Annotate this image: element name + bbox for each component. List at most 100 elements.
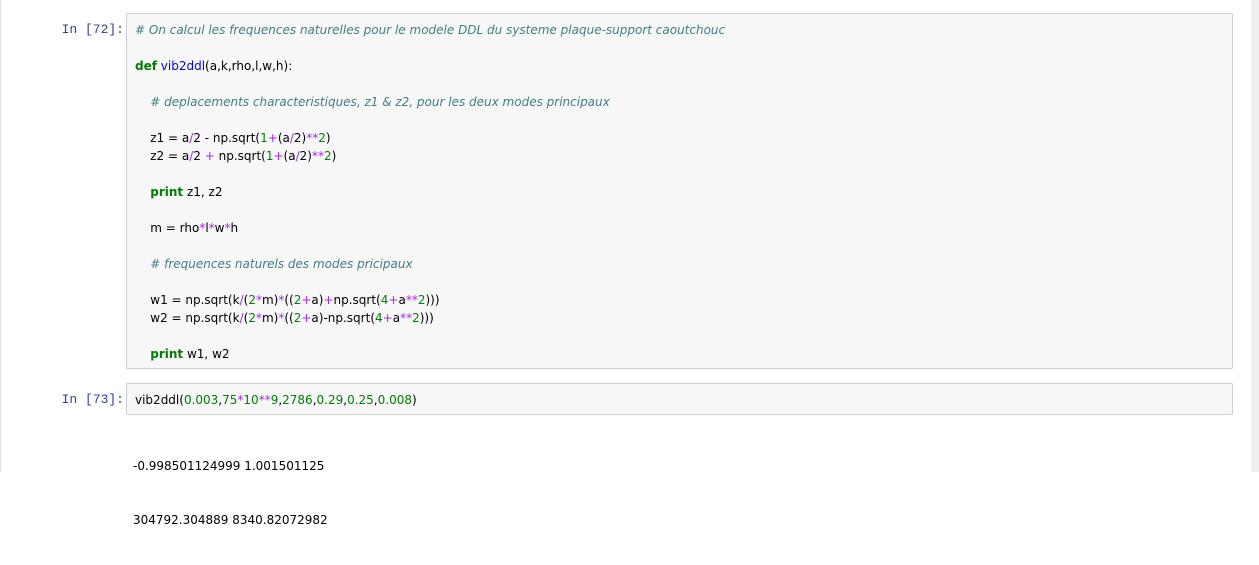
code-token: 0.003 [183, 393, 219, 407]
code-token: 2 [193, 149, 205, 163]
output-line: 304792.304889 8340.82072982 [133, 513, 328, 527]
code-token: 1 [260, 131, 268, 145]
code-token: + [273, 149, 284, 163]
code-token: ))) [419, 311, 434, 325]
code-token: def [135, 59, 157, 73]
notebook-container: In [72]: # On calcul les frequences natu… [0, 0, 1251, 527]
code-token: 2) [299, 149, 312, 163]
code-line: print z1, z2 [135, 183, 1224, 201]
code-token: 2 [248, 293, 256, 307]
code-token: (( [284, 293, 294, 307]
code-token: a) [311, 293, 324, 307]
code-token: w1 = np.sqrt(k [135, 293, 240, 307]
code-token: 75 [222, 393, 238, 407]
code-token: ** [306, 131, 319, 145]
code-token: z1 = a [135, 131, 190, 145]
code-line: w1 = np.sqrt(k/(2*m)*((2+a)+np.sqrt(4+a*… [135, 291, 1224, 309]
code-line: # On calcul les frequences naturelles po… [135, 21, 1224, 39]
code-editor[interactable]: vib2ddl(0.003,75*10**9,2786,0.29,0.25,0.… [126, 383, 1233, 415]
code-line: z1 = a/2 - np.sqrt(1+(a/2)**2) [135, 129, 1224, 147]
code-token: 10 [243, 393, 259, 407]
code-token: m) [261, 311, 279, 325]
code-token: + [388, 293, 399, 307]
code-token: a [392, 311, 401, 325]
code-token: ) [325, 131, 331, 145]
code-token: 0.008 [377, 393, 412, 407]
code-token: h [230, 221, 239, 235]
code-token: + [204, 149, 215, 163]
code-token: np.sqrt( [333, 293, 381, 307]
code-token: ** [258, 393, 271, 407]
code-editor[interactable]: # On calcul les frequences naturelles po… [126, 13, 1233, 369]
code-token: + [382, 311, 393, 325]
code-token: 2 [248, 311, 256, 325]
code-token: (( [284, 311, 294, 325]
code-token: ) [331, 149, 337, 163]
code-text[interactable]: # On calcul les frequences naturelles po… [135, 21, 1224, 363]
code-token: (a,k,rho,l,w,h): [205, 59, 293, 73]
code-line: w2 = np.sqrt(k/(2*m)*((2+a)-np.sqrt(4+a*… [135, 309, 1224, 327]
code-token: a [398, 293, 406, 307]
code-token: 2) [293, 131, 307, 145]
input-prompt: In [73]: [61, 392, 124, 407]
code-token: (a [277, 131, 290, 145]
code-token: w2 = np.sqrt(k [135, 311, 240, 325]
code-token: 4 [375, 311, 383, 325]
code-token: ** [311, 149, 324, 163]
code-token: 2 [323, 149, 332, 163]
code-token: m = rho [135, 221, 200, 235]
code-text[interactable]: vib2ddl(0.003,75*10**9,2786,0.29,0.25,0.… [135, 391, 1224, 409]
code-token: + [267, 131, 278, 145]
code-token: + [301, 311, 312, 325]
code-token: # deplacements characteristiques, z1 & z… [150, 95, 610, 109]
code-token: 2 - np.sqrt( [193, 131, 261, 145]
code-token: 2 [318, 131, 326, 145]
output-line: -0.998501124999 1.001501125 [133, 459, 325, 473]
code-token: + [323, 293, 334, 307]
code-line: def vib2ddl(a,k,rho,l,w,h): [135, 57, 1224, 75]
code-token: a)-np.sqrt( [311, 311, 375, 325]
code-token: ) [411, 393, 417, 407]
code-token: z1, z2 [183, 185, 223, 199]
code-token: m) [261, 293, 279, 307]
code-line: # frequences naturels des modes pricipau… [135, 255, 1224, 273]
code-line: z2 = a/2 + np.sqrt(1+(a/2)**2) [135, 147, 1224, 165]
input-prompt: In [72]: [61, 22, 124, 37]
cell-output: -0.998501124999 1.001501125 304792.30488… [133, 421, 328, 565]
code-token: 2 [412, 311, 420, 325]
code-token: z2 = a [135, 149, 190, 163]
code-line: vib2ddl(0.003,75*10**9,2786,0.29,0.25,0.… [135, 391, 1224, 409]
code-line: m = rho*l*w*h [135, 219, 1224, 237]
code-token: vib2ddl [160, 59, 206, 73]
code-token: ** [400, 311, 413, 325]
page-edge [1251, 0, 1259, 472]
code-token: # frequences naturels des modes pricipau… [150, 257, 413, 271]
code-line: # deplacements characteristiques, z1 & z… [135, 93, 1224, 111]
code-token: 0.29 [316, 393, 344, 407]
code-token: print [150, 185, 184, 199]
code-token: print [150, 347, 184, 361]
code-token: np.sqrt( [214, 149, 266, 163]
code-line: print w1, w2 [135, 345, 1224, 363]
code-token: ** [405, 293, 418, 307]
code-token: 2786 [282, 393, 313, 407]
code-token: # On calcul les frequences naturelles po… [135, 23, 726, 37]
code-token: ))) [425, 293, 440, 307]
code-token: + [301, 293, 312, 307]
code-token: (a [283, 149, 296, 163]
code-token: w [214, 221, 225, 235]
code-token: w1, w2 [183, 347, 230, 361]
code-token: vib2ddl( [135, 393, 184, 407]
